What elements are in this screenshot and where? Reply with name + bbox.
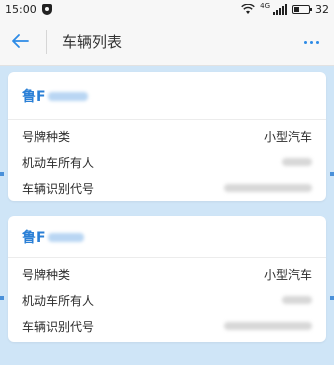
field-label: 号牌种类 bbox=[22, 267, 71, 282]
vehicle-card[interactable]: 鲁F 号牌种类 小型汽车 机动车所有人 车辆识别代号 bbox=[8, 216, 326, 342]
page-title: 车辆列表 bbox=[62, 33, 123, 51]
field-label: 车辆识别代号 bbox=[22, 181, 95, 196]
back-button[interactable] bbox=[6, 27, 34, 55]
plate-redacted bbox=[47, 91, 88, 101]
status-bar: 15:00 4G 32 bbox=[0, 0, 334, 18]
edge-marker bbox=[0, 172, 4, 176]
vehicle-card[interactable]: 鲁F 号牌种类 小型汽车 机动车所有人 车辆识别代号 bbox=[8, 72, 326, 201]
back-arrow-icon bbox=[12, 34, 29, 48]
owner-row: 机动车所有人 bbox=[8, 287, 326, 313]
plate-prefix: 鲁F bbox=[22, 230, 46, 246]
vehicle-list: 鲁F 号牌种类 小型汽车 机动车所有人 车辆识别代号 鲁F 号牌种类 小型汽车 … bbox=[0, 66, 334, 365]
more-dot-icon bbox=[315, 40, 319, 44]
vehicle-card-header: 鲁F bbox=[8, 216, 326, 258]
plate-number: 鲁F bbox=[22, 86, 88, 106]
field-label: 机动车所有人 bbox=[22, 155, 95, 170]
field-label: 机动车所有人 bbox=[22, 293, 95, 308]
shield-icon bbox=[41, 3, 52, 15]
edge-marker bbox=[330, 296, 334, 300]
owner-redacted bbox=[282, 158, 312, 166]
field-label: 号牌种类 bbox=[22, 129, 71, 144]
plate-type-row: 号牌种类 小型汽车 bbox=[8, 123, 326, 149]
plate-type-row: 号牌种类 小型汽车 bbox=[8, 261, 326, 287]
vin-redacted bbox=[224, 184, 312, 192]
battery-level: 32 bbox=[315, 2, 329, 16]
more-button[interactable] bbox=[296, 30, 326, 54]
status-time: 15:00 bbox=[5, 2, 37, 16]
vin-redacted bbox=[224, 322, 312, 330]
wifi-icon bbox=[241, 3, 255, 14]
owner-row: 机动车所有人 bbox=[8, 149, 326, 175]
vin-row: 车辆识别代号 bbox=[8, 175, 326, 201]
owner-redacted bbox=[282, 296, 312, 304]
plate-redacted bbox=[47, 232, 84, 242]
nav-divider bbox=[46, 30, 47, 54]
more-dot-icon bbox=[303, 40, 307, 44]
plate-prefix: 鲁F bbox=[22, 89, 46, 105]
signal-icon bbox=[273, 3, 287, 15]
more-dot-icon bbox=[309, 40, 313, 44]
plate-number: 鲁F bbox=[22, 227, 84, 247]
edge-marker bbox=[330, 172, 334, 176]
field-value: 小型汽车 bbox=[263, 129, 312, 144]
navigation-bar: 车辆列表 bbox=[0, 18, 334, 66]
vin-row: 车辆识别代号 bbox=[8, 313, 326, 339]
edge-marker bbox=[0, 296, 4, 300]
field-value: 小型汽车 bbox=[263, 267, 312, 282]
battery-icon bbox=[292, 4, 312, 14]
network-type: 4G bbox=[260, 1, 270, 10]
vehicle-card-header: 鲁F bbox=[8, 72, 326, 120]
field-label: 车辆识别代号 bbox=[22, 319, 95, 334]
